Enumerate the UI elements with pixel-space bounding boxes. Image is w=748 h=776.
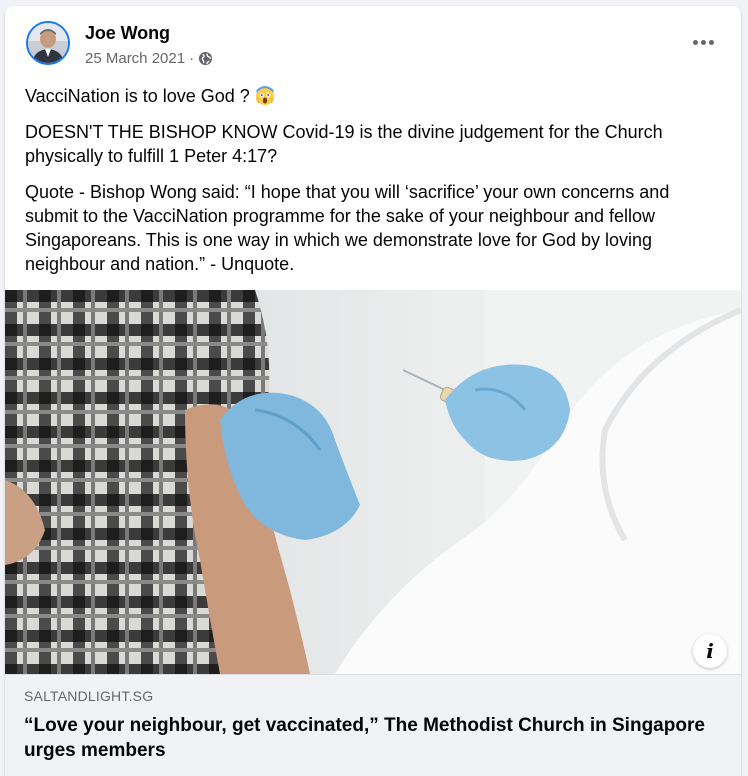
- info-button[interactable]: i: [693, 634, 727, 668]
- post-header: Joe Wong 25 March 2021 ·: [5, 6, 741, 81]
- post-paragraph-3: Quote - Bishop Wong said: “I hope that y…: [25, 182, 670, 274]
- screaming-face-emoji: [255, 86, 275, 106]
- more-options-button[interactable]: [685, 28, 721, 56]
- post-line-1-text: VacciNation is to love God ?: [25, 86, 250, 106]
- link-preview-image[interactable]: i: [5, 290, 741, 674]
- post-date[interactable]: 25 March 2021: [85, 50, 185, 67]
- more-options-icon: [692, 39, 714, 45]
- link-title[interactable]: “Love your neighbour, get vaccinated,” T…: [24, 713, 714, 763]
- globe-icon[interactable]: [198, 51, 213, 66]
- link-domain: SALTANDLIGHT.SG: [24, 688, 154, 704]
- author-name[interactable]: Joe Wong: [85, 23, 170, 44]
- link-preview[interactable]: SALTANDLIGHT.SG “Love your neighbour, ge…: [5, 674, 741, 776]
- post-meta: 25 March 2021 ·: [85, 50, 213, 67]
- info-icon: i: [706, 639, 714, 663]
- post-line-1: VacciNation is to love God ?: [25, 84, 715, 108]
- author-avatar[interactable]: [26, 21, 70, 65]
- vaccination-photo: [5, 290, 741, 674]
- post-card: Joe Wong 25 March 2021 · VacciNation is …: [5, 6, 741, 776]
- post-paragraph-2: DOESN'T THE BISHOP KNOW Covid-19 is the …: [25, 122, 663, 166]
- meta-separator: ·: [189, 50, 195, 67]
- post-text: VacciNation is to love God ? DOESN'T THE…: [25, 84, 715, 288]
